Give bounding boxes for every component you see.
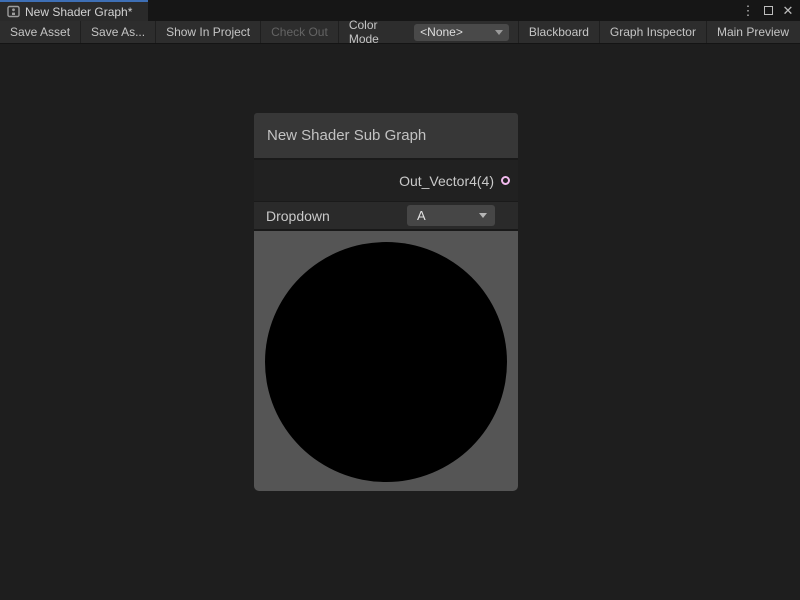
maximize-icon[interactable] [760,3,776,19]
chevron-down-icon [495,30,503,35]
node-title: New Shader Sub Graph [267,127,426,144]
tab-title: New Shader Graph* [25,5,132,19]
shader-graph-window: New Shader Graph* ⋮ ✕ Save Asset Save As… [0,0,800,600]
node-output-row: Out_Vector4(4) [254,160,518,202]
dropdown-value-select[interactable]: A [407,205,495,226]
color-mode-value: <None> [420,25,463,39]
node-title-bar[interactable]: New Shader Sub Graph [254,113,518,160]
main-preview-toggle-button[interactable]: Main Preview [706,21,800,43]
output-port[interactable] [501,176,510,185]
graph-inspector-toggle-button[interactable]: Graph Inspector [599,21,706,43]
graph-toolbar: Save Asset Save As... Show In Project Ch… [0,21,800,44]
dropdown-selected-value: A [417,208,426,223]
sub-graph-output-node[interactable]: New Shader Sub Graph Out_Vector4(4) Drop… [254,113,518,491]
toolbar-right-group: Color Mode <None> Blackboard Graph Inspe… [339,21,800,43]
color-mode-label: Color Mode [339,21,414,43]
dropdown-property-label: Dropdown [266,208,330,224]
save-asset-button[interactable]: Save Asset [0,21,81,43]
preview-sphere [265,242,507,482]
window-menu-icon[interactable]: ⋮ [740,3,756,19]
node-dropdown-row: Dropdown A [254,202,518,231]
output-port-label: Out_Vector4(4) [399,173,494,189]
blackboard-toggle-button[interactable]: Blackboard [518,21,599,43]
tab-new-shader-graph[interactable]: New Shader Graph* [0,0,148,21]
save-as-button[interactable]: Save As... [81,21,156,43]
window-controls: ⋮ ✕ [740,0,796,21]
shader-graph-asset-icon [7,5,20,18]
node-preview-area [254,231,518,491]
check-out-button: Check Out [261,21,339,43]
show-in-project-button[interactable]: Show In Project [156,21,261,43]
close-icon[interactable]: ✕ [780,3,796,19]
chevron-down-icon [479,213,487,218]
graph-canvas[interactable]: New Shader Sub Graph Out_Vector4(4) Drop… [0,44,800,600]
color-mode-dropdown[interactable]: <None> [414,24,509,41]
